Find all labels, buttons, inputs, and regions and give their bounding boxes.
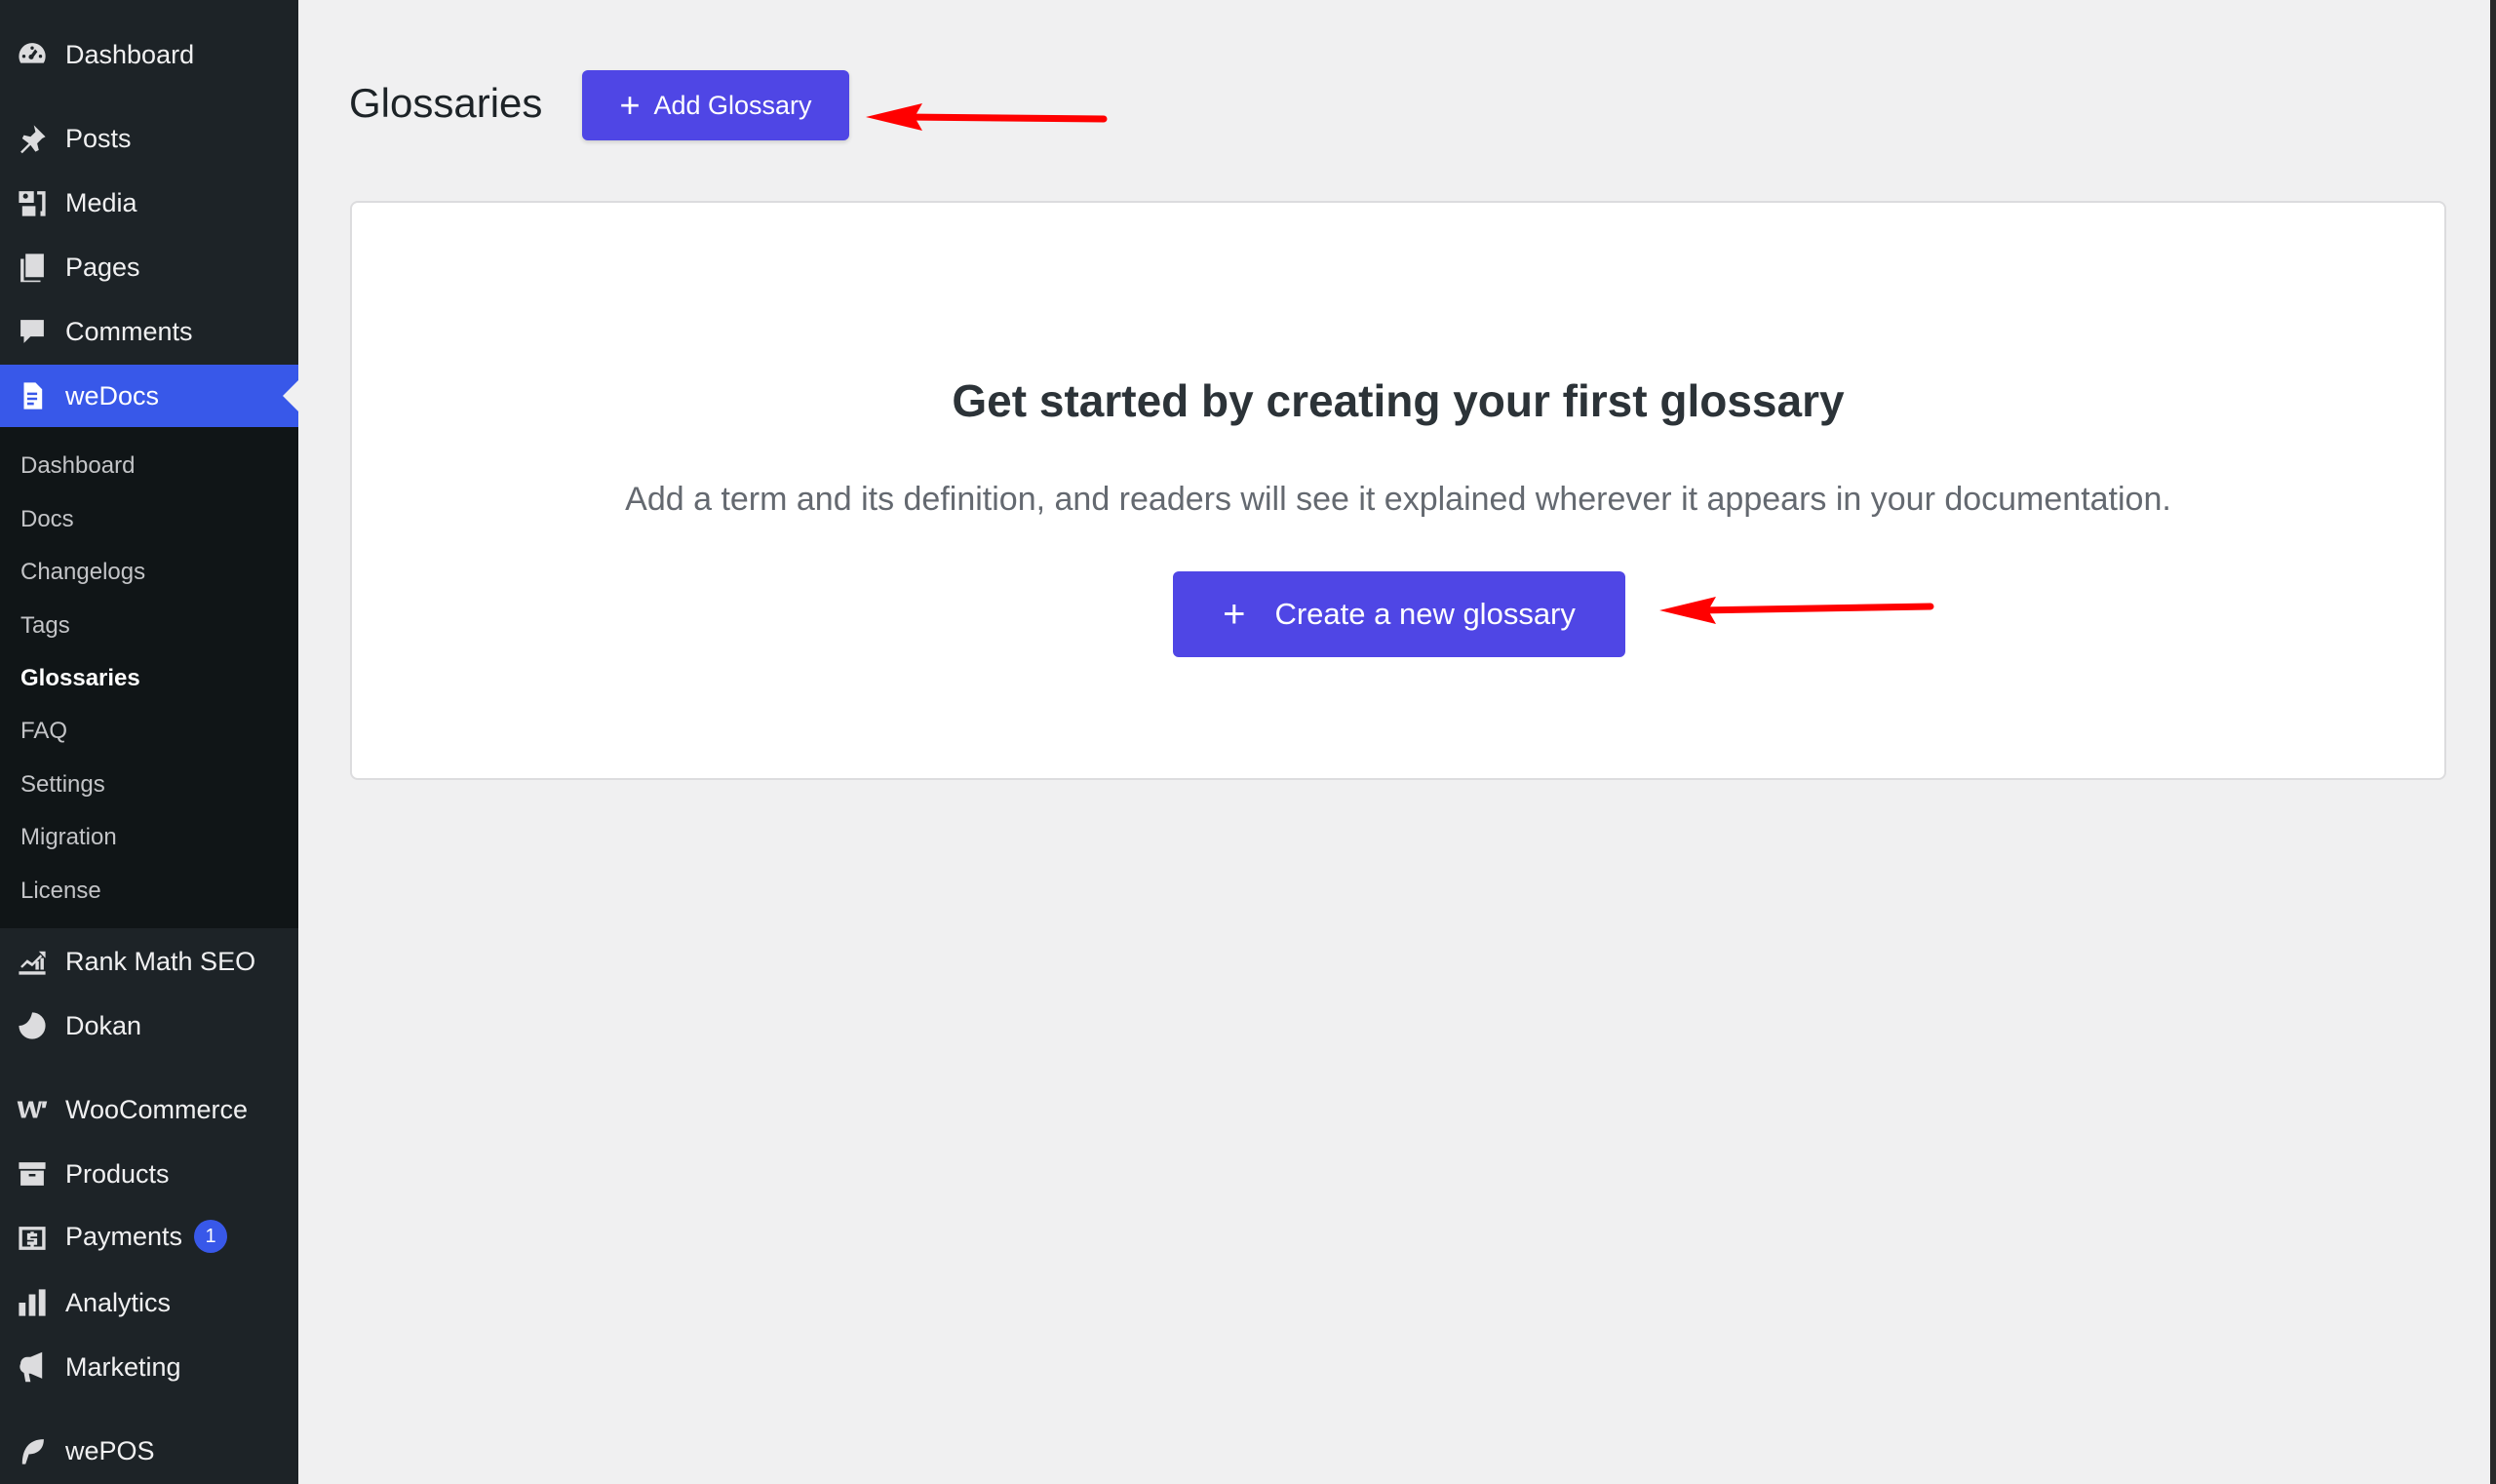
menu-posts[interactable]: Posts — [0, 115, 298, 162]
comment-icon — [14, 313, 51, 350]
plus-icon: + — [1223, 593, 1246, 636]
menu-woocommerce[interactable]: WooCommerce — [0, 1086, 298, 1133]
annotation-arrow-icon — [866, 103, 1108, 131]
menu-payments[interactable]: Payments 1 — [0, 1215, 298, 1262]
menu-rank-math[interactable]: Rank Math SEO — [0, 938, 298, 985]
menu-label: Analytics — [65, 1287, 172, 1317]
menu-wedocs[interactable]: weDocs — [0, 365, 298, 427]
menu-label: Pages — [65, 252, 140, 282]
menu-label: wePOS — [65, 1435, 155, 1465]
menu-label: Comments — [65, 316, 193, 346]
menu-dashboard[interactable]: Dashboard — [0, 31, 298, 78]
submenu-dashboard[interactable]: Dashboard — [20, 452, 135, 480]
bar-chart-icon — [14, 1284, 51, 1321]
woocommerce-icon — [14, 1091, 51, 1128]
submenu-changelogs[interactable]: Changelogs — [20, 559, 145, 586]
megaphone-icon — [14, 1348, 51, 1386]
dokan-icon — [14, 1007, 51, 1044]
create-glossary-label: Create a new glossary — [1274, 597, 1576, 631]
menu-label: Payments 1 — [65, 1220, 228, 1255]
empty-state-description: Add a term and its definition, and reade… — [625, 481, 2171, 518]
menu-comments[interactable]: Comments — [0, 308, 298, 355]
pages-icon — [14, 249, 51, 286]
active-indicator — [283, 380, 298, 411]
menu-products[interactable]: Products — [0, 1151, 298, 1197]
pin-icon — [14, 120, 51, 157]
payments-badge: 1 — [194, 1220, 228, 1253]
submenu-settings[interactable]: Settings — [20, 771, 105, 799]
menu-label: Dokan — [65, 1010, 142, 1040]
submenu-tags[interactable]: Tags — [20, 612, 70, 640]
wepos-icon — [14, 1432, 51, 1469]
empty-state-heading: Get started by creating your first gloss… — [952, 375, 1845, 426]
empty-state-card: Get started by creating your first gloss… — [350, 201, 2446, 780]
menu-label: Posts — [65, 123, 132, 153]
submenu-docs[interactable]: Docs — [20, 506, 74, 533]
wedocs-icon — [14, 377, 51, 414]
menu-marketing[interactable]: Marketing — [0, 1344, 298, 1390]
admin-sidebar: Dashboard Posts Media Pages Comments weD… — [0, 0, 298, 1484]
menu-label: Media — [65, 187, 137, 217]
menu-label: Dashboard — [65, 39, 195, 69]
submenu-faq[interactable]: FAQ — [20, 718, 67, 745]
menu-wepos[interactable]: wePOS — [0, 1427, 298, 1474]
dollar-icon — [14, 1220, 51, 1257]
submenu-glossaries[interactable]: Glossaries — [20, 665, 140, 692]
plus-icon: + — [619, 85, 641, 125]
create-glossary-button[interactable]: + Create a new glossary — [1173, 571, 1625, 657]
submenu-migration[interactable]: Migration — [20, 824, 117, 851]
submenu-license[interactable]: License — [20, 878, 101, 905]
window-edge — [2490, 0, 2496, 1484]
menu-label: weDocs — [65, 380, 160, 410]
rank-math-icon — [14, 943, 51, 980]
menu-label: Products — [65, 1158, 170, 1189]
media-icon — [14, 184, 51, 221]
add-glossary-label: Add Glossary — [653, 90, 812, 120]
page-title: Glossaries — [349, 80, 543, 126]
add-glossary-button[interactable]: + Add Glossary — [582, 70, 849, 140]
wedocs-submenu: Dashboard Docs Changelogs Tags Glossarie… — [0, 427, 298, 928]
annotation-arrow-icon — [1659, 597, 1934, 624]
menu-media[interactable]: Media — [0, 179, 298, 226]
menu-label: WooCommerce — [65, 1094, 249, 1124]
archive-icon — [14, 1155, 51, 1192]
dashboard-icon — [14, 36, 51, 73]
menu-label: Marketing — [65, 1351, 181, 1382]
menu-pages[interactable]: Pages — [0, 244, 298, 291]
menu-analytics[interactable]: Analytics — [0, 1279, 298, 1326]
menu-dokan[interactable]: Dokan — [0, 1002, 298, 1049]
menu-label: Rank Math SEO — [65, 946, 256, 976]
